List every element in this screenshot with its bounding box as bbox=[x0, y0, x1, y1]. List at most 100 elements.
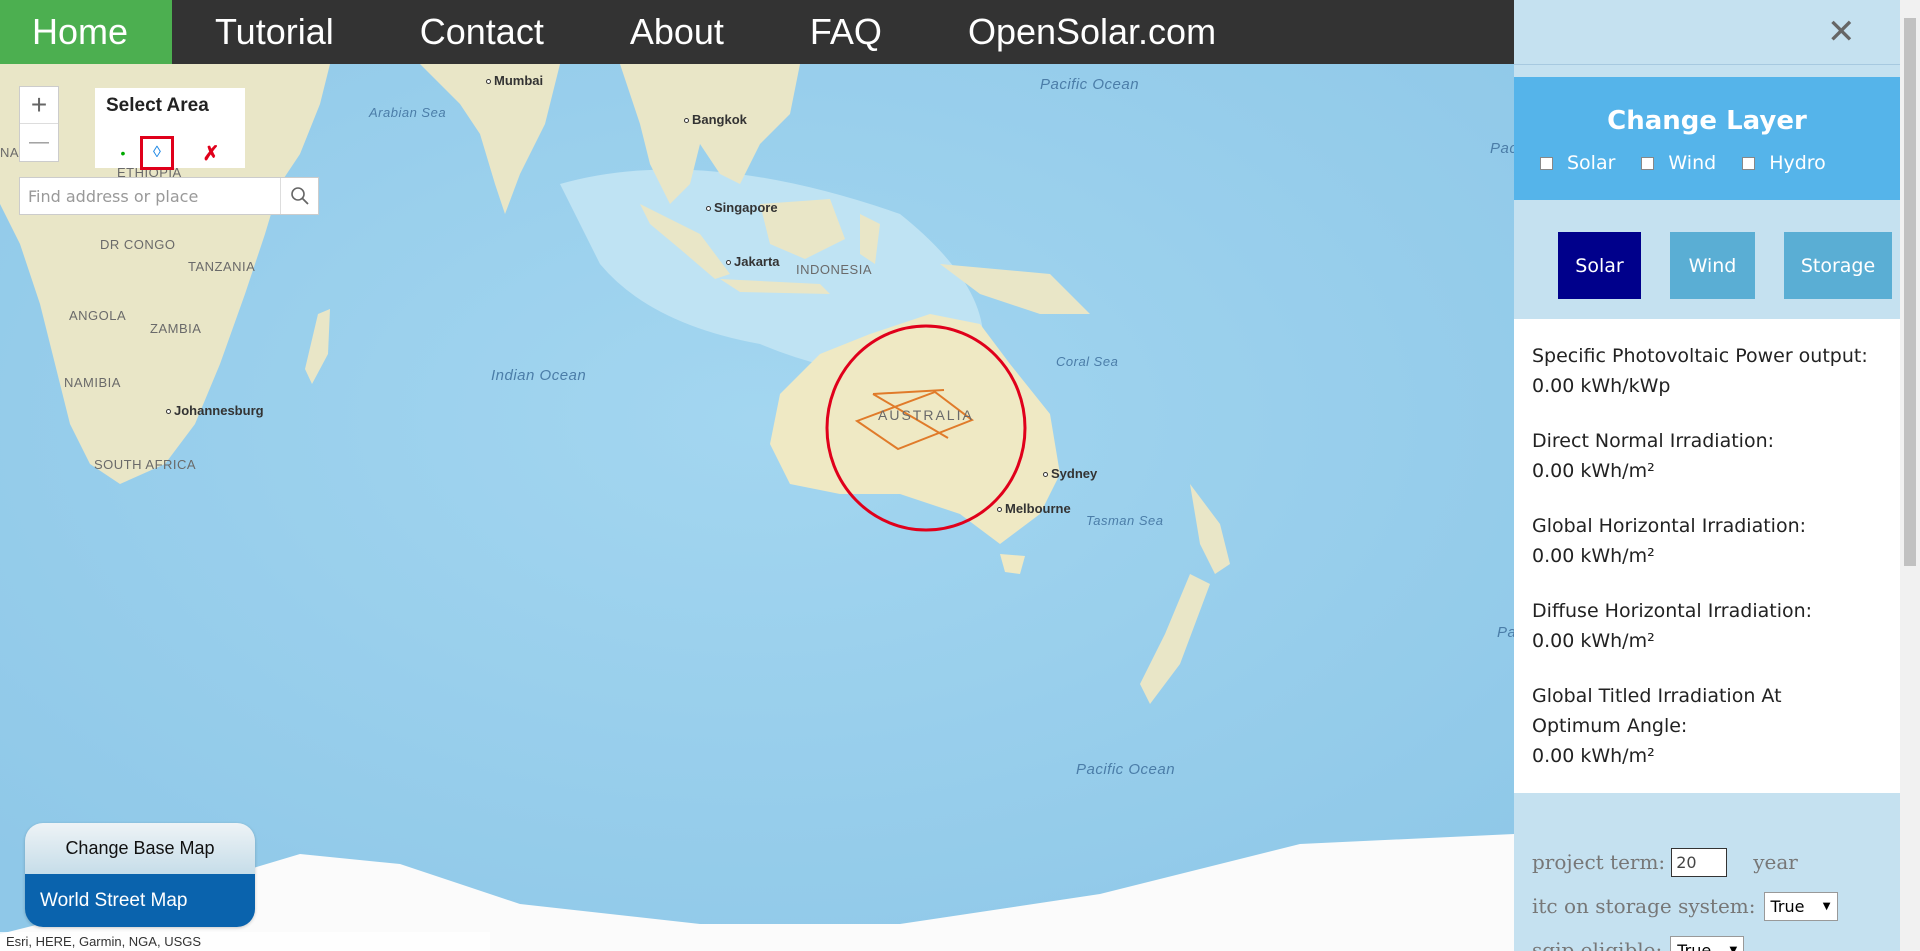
map-label-country: NAMIBIA bbox=[64, 375, 121, 390]
basemap-switcher: Change Base Map World Street Map bbox=[25, 823, 255, 927]
metric-value: 0.00 kWh/m² bbox=[1532, 630, 1655, 652]
nav-home[interactable]: Home bbox=[0, 0, 173, 64]
itc-select[interactable]: True ▼ bbox=[1763, 891, 1838, 921]
search-button[interactable] bbox=[280, 178, 318, 214]
project-term-unit: year bbox=[1753, 850, 1798, 874]
nav-contact[interactable]: Contact bbox=[377, 0, 587, 64]
metric-label: Global Titled Irradiation At Optimum Ang… bbox=[1532, 685, 1782, 737]
basemap-selected[interactable]: World Street Map bbox=[25, 874, 255, 927]
tab-solar[interactable]: Solar bbox=[1558, 232, 1641, 299]
map-label-city: Sydney bbox=[1043, 466, 1097, 481]
sgip-label: sgip eligible: bbox=[1532, 938, 1663, 951]
city-dot-icon bbox=[706, 206, 711, 212]
map-label-city: Johannesburg bbox=[166, 403, 264, 418]
tab-storage[interactable]: Storage bbox=[1784, 232, 1892, 299]
layer-option-label: Hydro bbox=[1769, 152, 1826, 174]
metric-label: Specific Photovoltaic Power output: bbox=[1532, 345, 1868, 367]
layer-option-label: Wind bbox=[1668, 152, 1717, 174]
map-label-country: SOUTH AFRICA bbox=[94, 457, 197, 472]
panel-divider bbox=[1514, 64, 1920, 65]
energy-tabs: Solar Wind Storage bbox=[1544, 232, 1900, 299]
chevron-down-icon: ▼ bbox=[1822, 900, 1831, 912]
layer-option-label: Solar bbox=[1567, 152, 1616, 174]
zoom-in-button[interactable]: + bbox=[20, 87, 58, 124]
top-nav: Home Tutorial Contact About FAQ OpenSola… bbox=[0, 0, 1514, 64]
select-point-button[interactable]: • bbox=[106, 136, 140, 170]
metric-label: Global Horizontal Irradiation: bbox=[1532, 515, 1807, 537]
map-label-country: TANZANIA bbox=[188, 259, 256, 274]
nav-about[interactable]: About bbox=[587, 0, 767, 64]
map-label-ocean: Arabian Sea bbox=[369, 105, 447, 120]
metric-label: Diffuse Horizontal Irradiation: bbox=[1532, 600, 1813, 622]
layer-options: Solar Wind Hydro bbox=[1540, 152, 1826, 174]
metric-value: 0.00 kWh/m² bbox=[1532, 745, 1655, 767]
map-label-country: NA bbox=[0, 145, 20, 160]
map-attribution: Esri, HERE, Garmin, NGA, USGS bbox=[0, 932, 490, 951]
itc-row: itc on storage system: True ▼ bbox=[1532, 884, 1838, 928]
metric-value: 0.00 kWh/kWp bbox=[1532, 375, 1671, 397]
metric-dhi: Diffuse Horizontal Irradiation: 0.00 kWh… bbox=[1532, 596, 1900, 656]
map-label-ocean: Pacific Ocean bbox=[1040, 76, 1140, 93]
map-view[interactable]: Pacific Ocean Arabian Sea Indian Ocean C… bbox=[0, 64, 1514, 951]
map-label-ocean: Pa bbox=[1497, 624, 1514, 641]
project-term-row: project term: year bbox=[1532, 840, 1838, 884]
layer-option-solar[interactable]: Solar bbox=[1540, 152, 1615, 174]
select-area-panel: Select Area • ◊ ✗ bbox=[95, 88, 245, 170]
city-dot-icon bbox=[726, 260, 731, 266]
close-icon[interactable]: ✕ bbox=[1827, 12, 1856, 52]
map-label-country: ANGOLA bbox=[69, 308, 127, 323]
itc-label: itc on storage system: bbox=[1532, 894, 1756, 918]
map-label-city: Mumbai bbox=[486, 73, 543, 88]
metric-value: 0.00 kWh/m² bbox=[1532, 545, 1655, 567]
map-label-country: AUSTRALIA bbox=[878, 407, 974, 423]
chevron-down-icon: ▼ bbox=[1729, 944, 1738, 951]
select-polygon-button[interactable]: ◊ bbox=[140, 136, 174, 170]
layer-option-hydro[interactable]: Hydro bbox=[1742, 152, 1826, 174]
financial-form: project term: year itc on storage system… bbox=[1532, 840, 1838, 951]
metric-value: 0.00 kWh/m² bbox=[1532, 460, 1655, 482]
sgip-select[interactable]: True ▼ bbox=[1670, 935, 1745, 951]
map-label-ocean: Tasman Sea bbox=[1086, 513, 1164, 528]
panel-scrollbar[interactable] bbox=[1900, 0, 1920, 951]
city-dot-icon bbox=[1043, 472, 1048, 478]
map-label-ocean: Indian Ocean bbox=[491, 367, 587, 384]
map-label-ocean: Coral Sea bbox=[1056, 354, 1119, 369]
metric-dni: Direct Normal Irradiation: 0.00 kWh/m² bbox=[1532, 426, 1900, 486]
itc-value: True bbox=[1770, 896, 1805, 916]
tab-wind[interactable]: Wind bbox=[1670, 232, 1755, 299]
city-dot-icon bbox=[486, 79, 491, 85]
checkbox-icon[interactable] bbox=[1742, 156, 1756, 170]
layer-option-wind[interactable]: Wind bbox=[1641, 152, 1716, 174]
scrollbar-thumb[interactable] bbox=[1904, 18, 1916, 566]
map-label-city: Bangkok bbox=[684, 112, 747, 127]
metric-pv-output: Specific Photovoltaic Power output: 0.00… bbox=[1532, 341, 1900, 401]
change-layer-box: Change Layer Solar Wind Hydro bbox=[1514, 77, 1900, 200]
map-label-ocean: Pac bbox=[1490, 140, 1514, 157]
checkbox-icon[interactable] bbox=[1540, 156, 1553, 170]
project-term-input[interactable] bbox=[1671, 847, 1728, 877]
map-label-city: Jakarta bbox=[726, 254, 780, 269]
map-label-country: INDONESIA bbox=[796, 262, 873, 277]
nav-tutorial[interactable]: Tutorial bbox=[172, 0, 377, 64]
zoom-out-button[interactable]: — bbox=[20, 124, 58, 161]
map-label-city: Melbourne bbox=[997, 501, 1071, 516]
checkbox-icon[interactable] bbox=[1641, 156, 1655, 170]
nav-faq[interactable]: FAQ bbox=[767, 0, 925, 64]
basemap-title[interactable]: Change Base Map bbox=[25, 823, 255, 874]
map-label-country: ZAMBIA bbox=[150, 321, 202, 336]
nav-opensolar[interactable]: OpenSolar.com bbox=[925, 0, 1259, 64]
select-area-title: Select Area bbox=[106, 95, 209, 116]
map-label-ocean: Pacific Ocean bbox=[1076, 761, 1176, 778]
clear-selection-button[interactable]: ✗ bbox=[194, 136, 228, 170]
address-search bbox=[19, 177, 319, 215]
metric-ghi: Global Horizontal Irradiation: 0.00 kWh/… bbox=[1532, 511, 1900, 571]
city-dot-icon bbox=[997, 507, 1002, 513]
city-dot-icon bbox=[166, 409, 171, 415]
sgip-value: True bbox=[1677, 940, 1712, 951]
search-icon bbox=[290, 187, 309, 205]
map-label-country: DR CONGO bbox=[100, 237, 176, 252]
city-dot-icon bbox=[684, 118, 689, 124]
search-input[interactable] bbox=[20, 178, 280, 214]
zoom-control: + — bbox=[19, 86, 59, 162]
sgip-row: sgip eligible: True ▼ bbox=[1532, 928, 1838, 951]
